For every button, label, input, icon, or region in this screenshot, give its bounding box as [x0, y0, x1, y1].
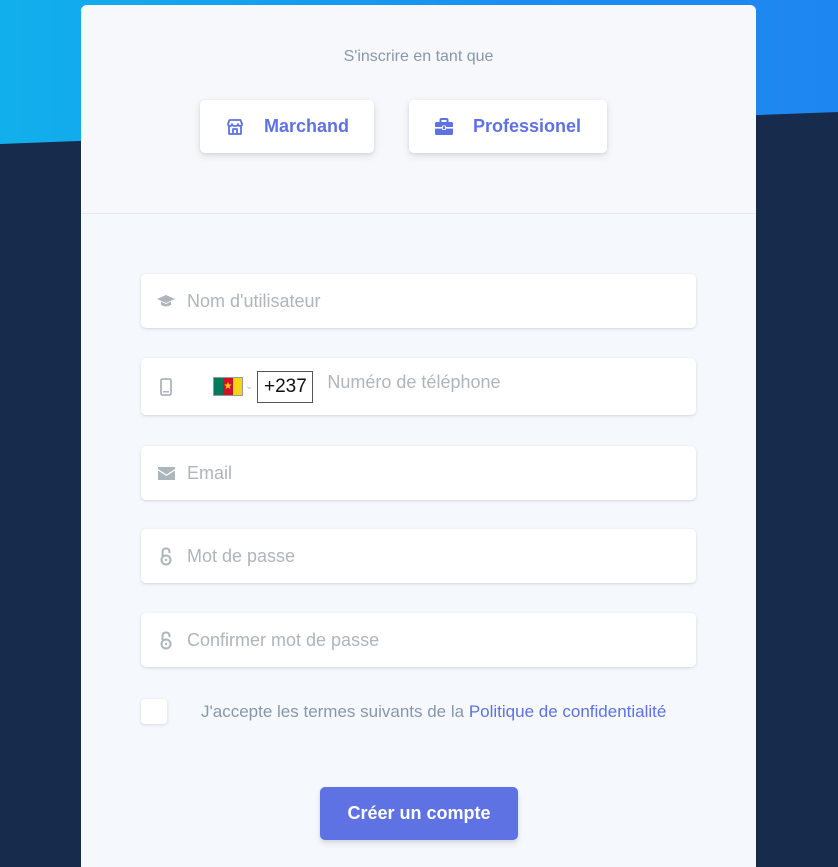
- merchant-label: Marchand: [264, 116, 350, 136]
- unlock-icon: [155, 545, 177, 567]
- store-icon: [224, 116, 246, 138]
- phone-input[interactable]: [327, 354, 696, 411]
- confirm-password-field[interactable]: [141, 613, 696, 667]
- envelope-icon: [155, 462, 177, 484]
- terms-row: J'accepte les termes suivants de la Poli…: [141, 699, 666, 724]
- mobile-icon: [155, 376, 177, 398]
- signup-as-label: S'inscrire en tant que: [343, 48, 494, 65]
- email-field[interactable]: [141, 446, 696, 500]
- dial-code[interactable]: +237: [257, 370, 314, 403]
- professional-label: Professionel: [473, 116, 582, 136]
- graduation-cap-icon: [155, 290, 177, 312]
- create-account-button[interactable]: Créer un compte: [320, 787, 518, 840]
- phone-field[interactable]: ★ ⌄ +237: [141, 354, 696, 415]
- merchant-button[interactable]: Marchand: [200, 100, 374, 153]
- confirm-password-input[interactable]: [187, 613, 696, 667]
- privacy-policy-link[interactable]: Politique de confidentialité: [469, 702, 667, 721]
- email-input[interactable]: [187, 446, 696, 500]
- chevron-down-icon[interactable]: ⌄: [245, 381, 253, 392]
- terms-checkbox[interactable]: [141, 699, 167, 724]
- unlock-icon: [155, 629, 177, 651]
- signup-card: S'inscrire en tant que Marchand Professi…: [81, 5, 756, 867]
- password-field[interactable]: [141, 529, 696, 583]
- username-input[interactable]: [187, 274, 696, 328]
- professional-button[interactable]: Professionel: [409, 100, 607, 153]
- briefcase-icon: [433, 116, 455, 138]
- terms-label: J'accepte les termes suivants de la: [201, 701, 469, 721]
- card-header: S'inscrire en tant que Marchand Professi…: [81, 5, 756, 214]
- username-field[interactable]: [141, 274, 696, 328]
- terms-text: J'accepte les termes suivants de la Poli…: [201, 702, 666, 722]
- cameroon-flag-icon[interactable]: ★: [213, 377, 243, 396]
- password-input[interactable]: [187, 529, 696, 583]
